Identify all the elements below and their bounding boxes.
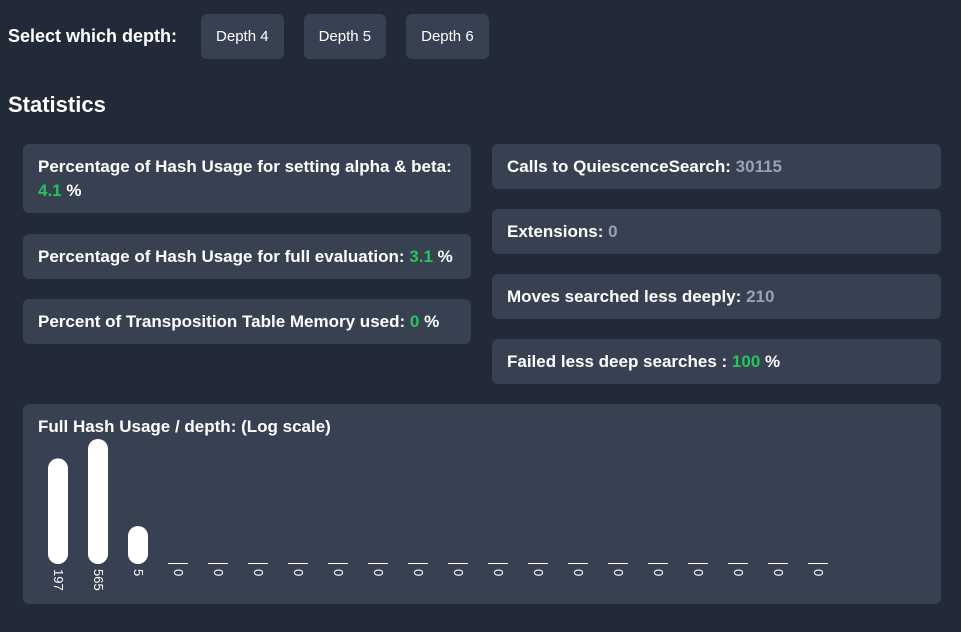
bar-3 bbox=[168, 563, 188, 564]
hash-usage-chart: 197 565 5 0 0 0 0 0 0 0 0 0 0 0 0 0 0 0 0 0 bbox=[48, 439, 828, 591]
bar-15 bbox=[648, 563, 668, 564]
bar-19 bbox=[808, 563, 828, 564]
bar-label-5: 0 bbox=[251, 569, 266, 576]
stat-label: Percentage of Hash Usage for full evalua… bbox=[38, 246, 405, 266]
bar-8 bbox=[368, 563, 388, 564]
stat-value: 0 bbox=[409, 311, 420, 331]
stat-value: 0 bbox=[608, 221, 618, 241]
bar-1 bbox=[88, 439, 108, 564]
bar-label-10: 0 bbox=[451, 569, 466, 576]
bar-label-12: 0 bbox=[531, 569, 546, 576]
hash-usage-chart-card: Full Hash Usage / depth: (Log scale) 197… bbox=[23, 404, 941, 604]
bar-label-6: 0 bbox=[291, 569, 306, 576]
bar-0 bbox=[48, 458, 68, 564]
stat-label: Percent of Transposition Table Memory us… bbox=[38, 311, 406, 331]
bar-11 bbox=[488, 563, 508, 564]
bar-label-15: 0 bbox=[651, 569, 666, 576]
bar-7 bbox=[328, 563, 348, 564]
bar-label-0: 197 bbox=[51, 569, 66, 591]
bar-label-7: 0 bbox=[331, 569, 346, 576]
bar-10 bbox=[448, 563, 468, 564]
stat-suffix: % bbox=[61, 180, 82, 200]
bar-label-3: 0 bbox=[171, 569, 186, 576]
stat-label: Extensions: bbox=[507, 221, 604, 241]
stat-card-hash-alpha-beta: Percentage of Hash Usage for setting alp… bbox=[23, 144, 471, 213]
bar-12 bbox=[528, 563, 548, 564]
stat-suffix: % bbox=[419, 311, 440, 331]
bar-label-11: 0 bbox=[491, 569, 506, 576]
depth-6-button[interactable]: Depth 6 bbox=[406, 14, 489, 59]
bar-label-19: 0 bbox=[811, 569, 826, 576]
bar-label-8: 0 bbox=[371, 569, 386, 576]
bar-14 bbox=[608, 563, 628, 564]
stat-card-less-deep-moves: Moves searched less deeply: 210 bbox=[492, 274, 941, 319]
bar-6 bbox=[288, 563, 308, 564]
depth-4-button[interactable]: Depth 4 bbox=[201, 14, 284, 59]
stat-card-failed-less-deep: Failed less deep searches : 100 % bbox=[492, 339, 941, 384]
bar-16 bbox=[688, 563, 708, 564]
bar-18 bbox=[768, 563, 788, 564]
bar-label-2: 5 bbox=[131, 569, 146, 576]
stat-card-extensions: Extensions: 0 bbox=[492, 209, 941, 254]
bar-2 bbox=[128, 526, 148, 564]
bar-label-1: 565 bbox=[91, 569, 106, 591]
statistics-title: Statistics bbox=[8, 92, 106, 117]
bar-label-13: 0 bbox=[571, 569, 586, 576]
stat-card-quiescence-calls: Calls to QuiescenceSearch: 30115 bbox=[492, 144, 941, 189]
stat-label: Failed less deep searches : bbox=[507, 351, 728, 371]
stat-value: 210 bbox=[746, 286, 775, 306]
stat-suffix: % bbox=[432, 246, 453, 266]
bar-4 bbox=[208, 563, 228, 564]
bar-label-16: 0 bbox=[691, 569, 706, 576]
stat-value: 100 bbox=[731, 351, 761, 371]
stat-value: 3.1 bbox=[409, 246, 433, 266]
stat-value: 4.1 bbox=[38, 180, 62, 200]
bar-5 bbox=[248, 563, 268, 564]
bar-label-18: 0 bbox=[771, 569, 786, 576]
stat-card-tt-memory: Percent of Transposition Table Memory us… bbox=[23, 299, 471, 344]
stat-label: Percentage of Hash Usage for setting alp… bbox=[38, 156, 452, 176]
stat-value: 30115 bbox=[735, 156, 783, 176]
bar-13 bbox=[568, 563, 588, 564]
stat-suffix: % bbox=[760, 351, 781, 371]
bar-label-14: 0 bbox=[611, 569, 626, 576]
bar-9 bbox=[408, 563, 428, 564]
bar-label-9: 0 bbox=[411, 569, 426, 576]
stat-card-hash-full-eval: Percentage of Hash Usage for full evalua… bbox=[23, 234, 471, 279]
bar-17 bbox=[728, 563, 748, 564]
bar-label-4: 0 bbox=[211, 569, 226, 576]
stat-label: Calls to QuiescenceSearch: bbox=[507, 156, 731, 176]
depth-selector: Select which depth: Depth 4 Depth 5 Dept… bbox=[8, 14, 509, 59]
bar-label-17: 0 bbox=[731, 569, 746, 576]
depth-select-label: Select which depth: bbox=[8, 26, 178, 46]
stat-label: Moves searched less deeply: bbox=[507, 286, 742, 306]
depth-5-button[interactable]: Depth 5 bbox=[303, 14, 387, 59]
